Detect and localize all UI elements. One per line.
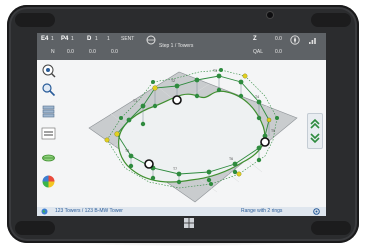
status-sub-value-3: 0.0 — [111, 49, 118, 55]
status-z-value: 0.0 — [275, 36, 282, 42]
svg-text:T6: T6 — [229, 157, 233, 161]
status-p-count: 1 — [71, 36, 74, 42]
svg-text:T2: T2 — [171, 79, 175, 83]
globe-icon — [41, 208, 48, 215]
survey-tool-icon[interactable] — [41, 63, 56, 78]
svg-text:T3: T3 — [213, 69, 217, 73]
svg-text:T8: T8 — [125, 149, 129, 153]
color-wheel-icon[interactable] — [41, 174, 56, 189]
magnify-icon[interactable] — [41, 82, 56, 97]
status-bar: E4 1 P4 1 D 1 1 SENT Step 1 / Towers Z 0… — [37, 33, 326, 60]
status-e-label: E4 — [41, 36, 49, 42]
layers-icon[interactable] — [41, 104, 56, 119]
status-sub-value-1: 0.0 — [67, 49, 74, 55]
status-title: Step 1 / Towers — [159, 43, 194, 49]
status-p-label: P4 — [61, 36, 69, 42]
ring-marker — [260, 137, 270, 147]
svg-text:T4: T4 — [255, 95, 259, 99]
status-sub-value-2: 0.0 — [89, 49, 96, 55]
footer-left-text: 123 Towers / 123 B-MW Tower — [55, 208, 123, 214]
ring-marker — [172, 95, 182, 105]
compass-icon[interactable] — [289, 34, 301, 46]
status-mode: SENT — [121, 36, 135, 42]
chevron-up-icon[interactable] — [309, 116, 321, 130]
status-n-label: N — [51, 49, 55, 55]
settings-icon[interactable] — [313, 208, 320, 215]
svg-text:T7: T7 — [173, 167, 177, 171]
bumper-top-right — [311, 13, 351, 27]
status-d-value: 1 — [95, 36, 98, 42]
status-qal-value: 0.0 — [275, 49, 282, 55]
status-e-count: 1 — [51, 36, 54, 42]
left-toolbar — [37, 60, 59, 207]
bumper-bottom-right — [311, 221, 351, 235]
footer-right-text: Range with 2 rings — [241, 208, 283, 214]
satellite-icon[interactable] — [145, 34, 157, 46]
windows-button-icon[interactable] — [183, 217, 195, 229]
ring-marker — [144, 159, 154, 169]
right-panel — [307, 113, 323, 149]
measure-icon[interactable] — [41, 150, 56, 165]
bumper-top-left — [15, 13, 55, 27]
status-z-label: Z — [253, 36, 257, 42]
front-camera — [267, 12, 273, 18]
status-mid-value: 1 — [107, 36, 110, 42]
app-screen: E4 1 P4 1 D 1 1 SENT Step 1 / Towers Z 0… — [37, 33, 326, 216]
svg-text:T5: T5 — [271, 129, 275, 133]
chevron-down-icon[interactable] — [309, 132, 321, 146]
signal-icon[interactable] — [307, 34, 319, 46]
survey-3d-view[interactable]: T1 T2 T3 T4 T5 T6 T7 T8 — [59, 60, 307, 207]
svg-text:T1: T1 — [133, 99, 137, 103]
status-qal-label: QAL — [253, 49, 264, 55]
status-d-label: D — [87, 36, 92, 42]
bottom-bar: 123 Towers / 123 B-MW Tower Range with 2… — [37, 207, 326, 216]
bumper-bottom-left — [15, 221, 55, 235]
xyz-coordinates-icon[interactable] — [41, 126, 56, 141]
